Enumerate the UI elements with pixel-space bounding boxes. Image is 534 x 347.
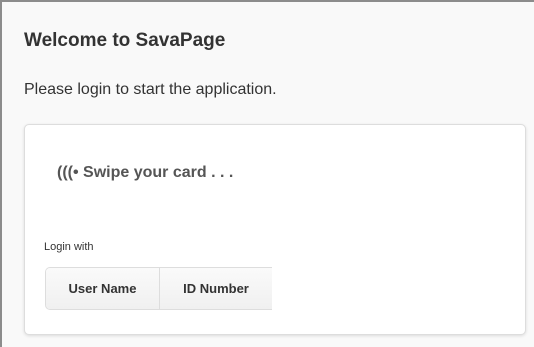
login-with-label: Login with [44,241,94,253]
swipe-card-prompt: (((• Swipe your card . . . [57,164,234,181]
login-username-button[interactable]: User Name [46,268,160,309]
page-title: Welcome to SavaPage [24,30,226,51]
page-subtitle: Please login to start the application. [24,81,277,98]
login-id-number-button[interactable]: ID Number [160,268,272,309]
login-page: Welcome to SavaPage Please login to star… [0,0,534,347]
login-method-group: User Name ID Number [45,267,272,310]
login-panel: (((• Swipe your card . . . Login with Us… [24,124,526,335]
